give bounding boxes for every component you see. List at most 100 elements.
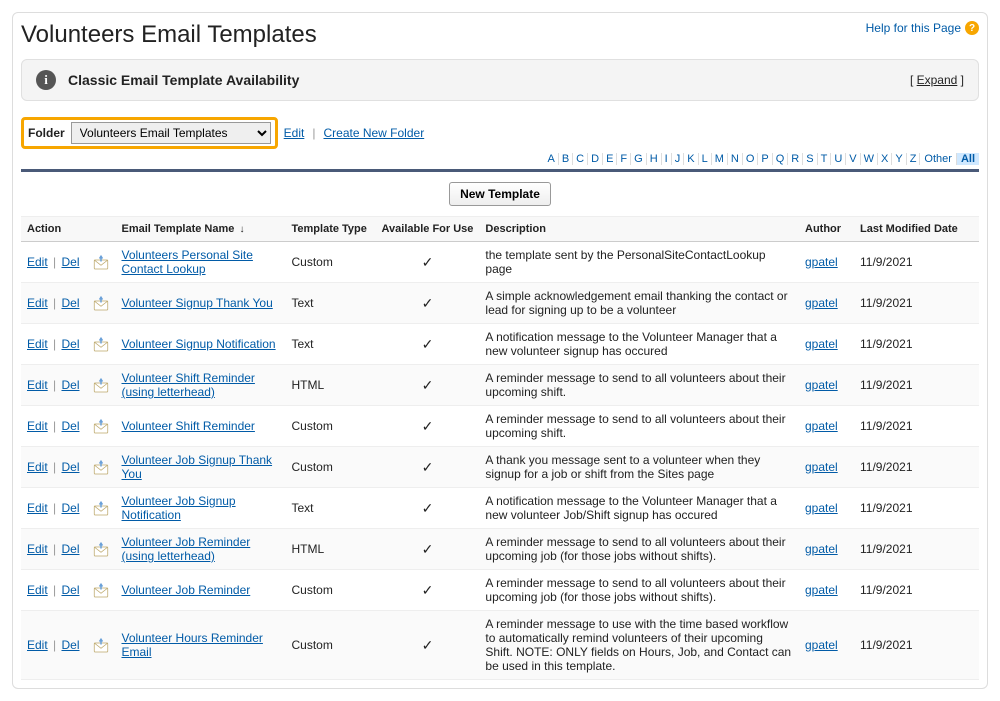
edit-link[interactable]: Edit (27, 501, 48, 515)
description-cell: A reminder message to send to all volunt… (479, 406, 799, 447)
edit-link[interactable]: Edit (27, 460, 48, 474)
alpha-u[interactable]: U (831, 153, 846, 165)
col-type[interactable]: Template Type (286, 217, 376, 242)
template-name-link[interactable]: Volunteer Job Signup Thank You (122, 453, 273, 481)
del-link[interactable]: Del (61, 501, 79, 515)
alpha-r[interactable]: R (788, 153, 803, 165)
del-link[interactable]: Del (61, 255, 79, 269)
date-cell: 11/9/2021 (854, 570, 979, 611)
template-name-link[interactable]: Volunteer Hours Reminder Email (122, 631, 263, 659)
alpha-o[interactable]: O (743, 153, 759, 165)
alpha-q[interactable]: Q (773, 153, 789, 165)
del-link[interactable]: Del (61, 460, 79, 474)
folder-select[interactable]: Volunteers Email Templates (71, 122, 271, 144)
author-link[interactable]: gpatel (805, 583, 838, 597)
edit-link[interactable]: Edit (27, 583, 48, 597)
template-name-link[interactable]: Volunteer Shift Reminder (122, 419, 255, 433)
available-cell: ✓ (376, 324, 480, 365)
description-cell: A simple acknowledgement email thanking … (479, 283, 799, 324)
del-link[interactable]: Del (61, 583, 79, 597)
check-icon: ✓ (382, 637, 474, 654)
alpha-c[interactable]: C (573, 153, 588, 165)
folder-create-link[interactable]: Create New Folder (323, 126, 424, 140)
col-description[interactable]: Description (479, 217, 799, 242)
template-name-link[interactable]: Volunteer Job Reminder (using letterhead… (122, 535, 251, 563)
alpha-v[interactable]: V (846, 153, 860, 165)
edit-link[interactable]: Edit (27, 419, 48, 433)
author-link[interactable]: gpatel (805, 501, 838, 515)
author-link[interactable]: gpatel (805, 638, 838, 652)
icon-cell (86, 406, 116, 447)
folder-edit-link[interactable]: Edit (284, 126, 305, 140)
del-link[interactable]: Del (61, 337, 79, 351)
alpha-w[interactable]: W (861, 153, 878, 165)
expand-link[interactable]: Expand (917, 73, 958, 87)
author-link[interactable]: gpatel (805, 460, 838, 474)
alpha-all[interactable]: All (957, 153, 979, 165)
template-name-link[interactable]: Volunteer Signup Notification (122, 337, 276, 351)
col-action[interactable]: Action (21, 217, 86, 242)
date-cell: 11/9/2021 (854, 406, 979, 447)
help-link[interactable]: Help for this Page ? (866, 21, 979, 35)
folder-highlight: Folder Volunteers Email Templates (21, 117, 278, 149)
alpha-d[interactable]: D (588, 153, 603, 165)
new-template-button[interactable]: New Template (449, 182, 551, 206)
alpha-p[interactable]: P (758, 153, 772, 165)
template-name-link[interactable]: Volunteer Signup Thank You (122, 296, 273, 310)
alpha-g[interactable]: G (631, 153, 647, 165)
edit-link[interactable]: Edit (27, 296, 48, 310)
alpha-l[interactable]: L (699, 153, 712, 165)
alpha-s[interactable]: S (803, 153, 817, 165)
col-available[interactable]: Available For Use (376, 217, 480, 242)
del-link[interactable]: Del (61, 419, 79, 433)
template-name-link[interactable]: Volunteer Shift Reminder (using letterhe… (122, 371, 255, 399)
col-modified[interactable]: Last Modified Date (854, 217, 979, 242)
alpha-j[interactable]: J (672, 153, 685, 165)
del-link[interactable]: Del (61, 542, 79, 556)
mail-icon (92, 500, 110, 518)
alpha-y[interactable]: Y (892, 153, 906, 165)
edit-link[interactable]: Edit (27, 378, 48, 392)
table-row: Edit | Del Volunteer Job Signup Notificat… (21, 488, 979, 529)
author-link[interactable]: gpatel (805, 255, 838, 269)
alpha-i[interactable]: I (662, 153, 672, 165)
col-author[interactable]: Author (799, 217, 854, 242)
template-name-link[interactable]: Volunteer Job Signup Notification (122, 494, 236, 522)
del-link[interactable]: Del (61, 638, 79, 652)
check-icon: ✓ (382, 418, 474, 435)
alpha-k[interactable]: K (684, 153, 698, 165)
alpha-z[interactable]: Z (907, 153, 921, 165)
author-link[interactable]: gpatel (805, 296, 838, 310)
alpha-f[interactable]: F (617, 153, 631, 165)
del-link[interactable]: Del (61, 378, 79, 392)
alpha-other[interactable]: Other (920, 153, 957, 165)
edit-link[interactable]: Edit (27, 542, 48, 556)
alpha-x[interactable]: X (878, 153, 892, 165)
table-row: Edit | DelVolunteer Hours Reminder Email… (21, 611, 979, 680)
template-name-link[interactable]: Volunteers Personal Site Contact Lookup (122, 248, 253, 276)
alpha-m[interactable]: M (712, 153, 728, 165)
table-row: Edit | DelVolunteers Personal Site Conta… (21, 242, 979, 283)
edit-link[interactable]: Edit (27, 337, 48, 351)
alpha-b[interactable]: B (559, 153, 573, 165)
author-cell: gpatel (799, 570, 854, 611)
action-cell: Edit | Del (21, 488, 86, 529)
edit-link[interactable]: Edit (27, 638, 48, 652)
alpha-e[interactable]: E (603, 153, 617, 165)
del-link[interactable]: Del (61, 296, 79, 310)
author-link[interactable]: gpatel (805, 542, 838, 556)
edit-link[interactable]: Edit (27, 255, 48, 269)
action-cell: Edit | Del (21, 283, 86, 324)
author-link[interactable]: gpatel (805, 337, 838, 351)
alpha-t[interactable]: T (818, 153, 832, 165)
alpha-n[interactable]: N (728, 153, 743, 165)
author-cell: gpatel (799, 365, 854, 406)
help-link-text: Help for this Page (866, 21, 961, 35)
alpha-a[interactable]: A (544, 153, 558, 165)
author-link[interactable]: gpatel (805, 378, 838, 392)
col-name[interactable]: Email Template Name ↓ (116, 217, 286, 242)
available-cell: ✓ (376, 406, 480, 447)
author-link[interactable]: gpatel (805, 419, 838, 433)
template-name-link[interactable]: Volunteer Job Reminder (122, 583, 251, 597)
alpha-h[interactable]: H (647, 153, 662, 165)
